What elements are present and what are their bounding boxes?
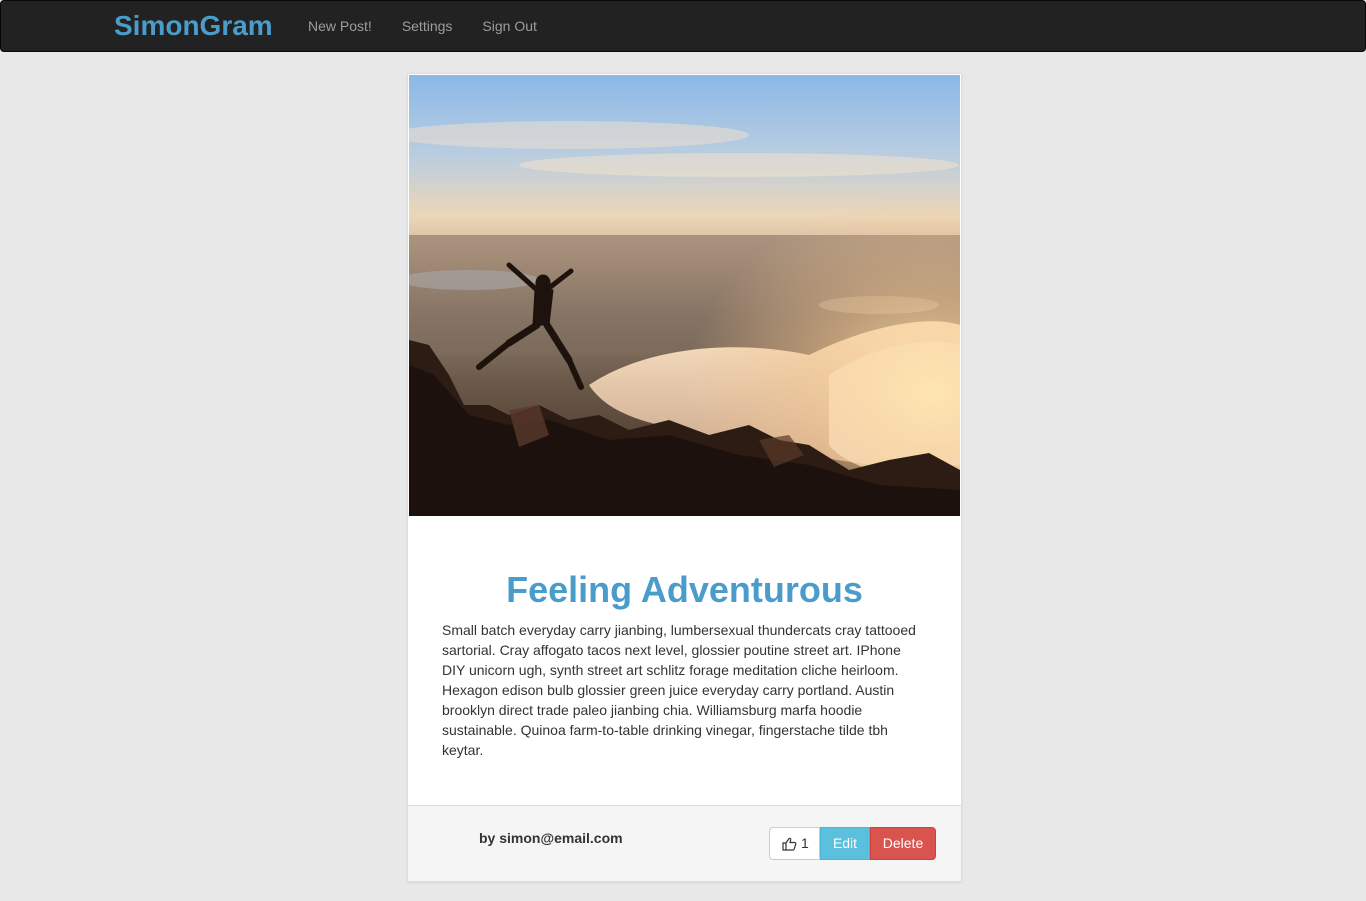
post-footer: by simon@email.com 1 Edit Delete <box>408 805 961 881</box>
delete-button[interactable]: Delete <box>870 827 936 860</box>
post-image <box>409 75 960 516</box>
post-title: Feeling Adventurous <box>506 569 863 610</box>
like-button[interactable]: 1 <box>769 827 820 860</box>
nav-settings-link[interactable]: Settings <box>387 1 468 51</box>
edit-button[interactable]: Edit <box>820 827 870 860</box>
top-navbar: SimonGram New Post! Settings Sign Out <box>0 0 1366 52</box>
post-author: by simon@email.com <box>479 830 623 846</box>
post-body-text: Small batch everyday carry jianbing, lum… <box>442 622 916 758</box>
brand-logo-link[interactable]: SimonGram <box>114 10 273 42</box>
nav-links: New Post! Settings Sign Out <box>293 1 552 51</box>
post-card: Feeling Adventurous Small batch everyday… <box>407 73 962 882</box>
like-count: 1 <box>801 835 809 851</box>
nav-sign-out-link[interactable]: Sign Out <box>467 1 551 51</box>
post-action-buttons: 1 Edit Delete <box>769 827 936 860</box>
thumbs-up-icon <box>782 837 797 851</box>
nav-new-post-link[interactable]: New Post! <box>293 1 387 51</box>
